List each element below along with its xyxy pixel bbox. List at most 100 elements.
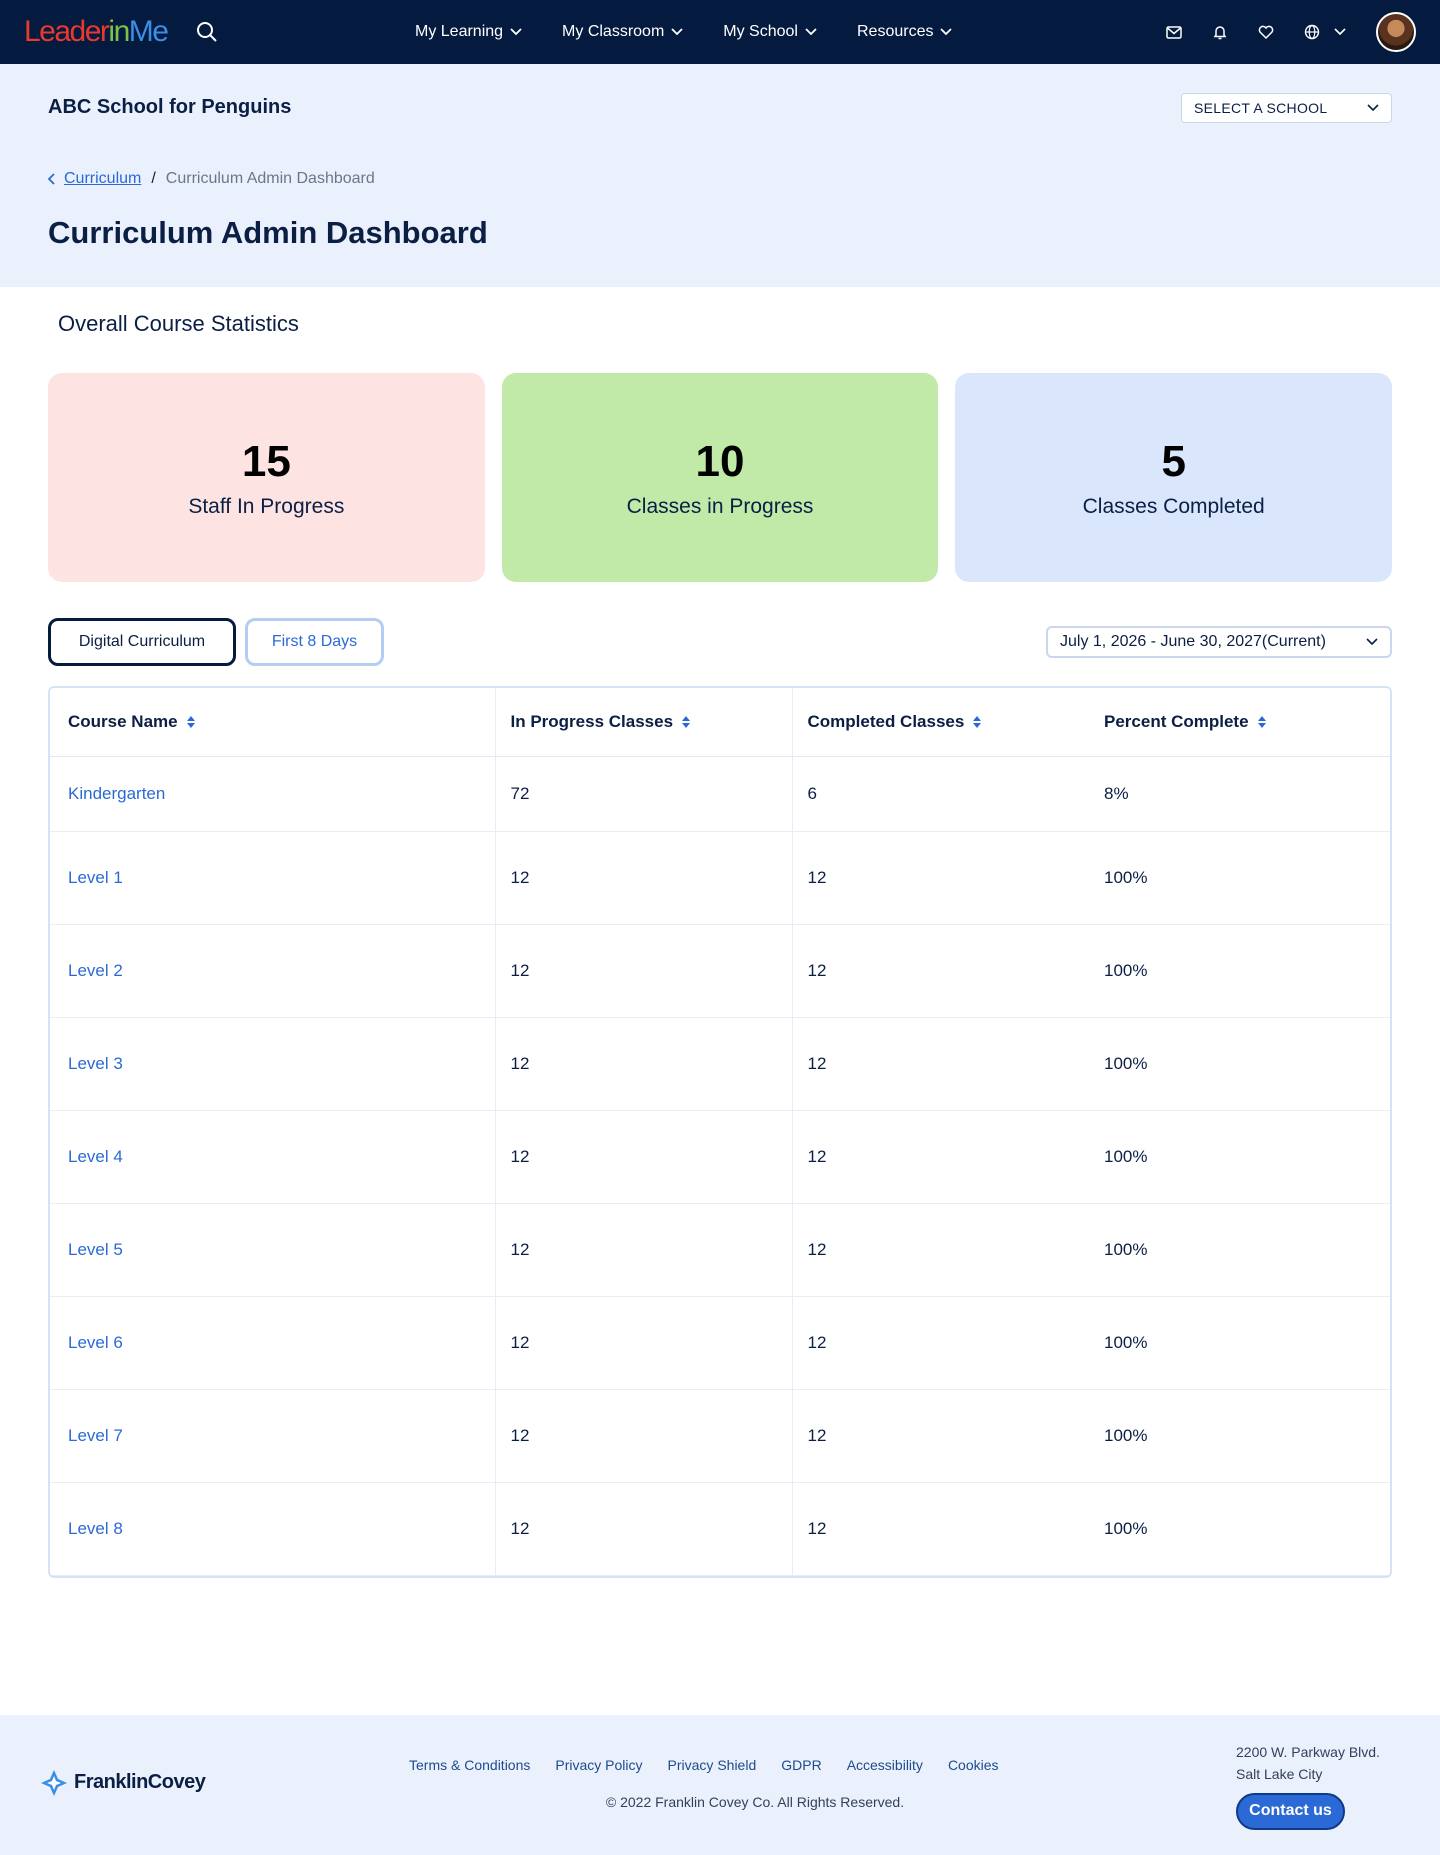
percent-value: 100% xyxy=(1089,924,1390,1018)
table-row: Level 7 12 12 100% xyxy=(50,1389,1390,1483)
column-header-completed[interactable]: Completed Classes xyxy=(791,688,1089,757)
stat-value: 5 xyxy=(1161,436,1186,486)
globe-icon[interactable] xyxy=(1300,20,1324,44)
stat-card-staff-in-progress: 15 Staff In Progress xyxy=(48,373,485,582)
bell-icon[interactable] xyxy=(1208,20,1232,44)
logo-part-in: in xyxy=(108,15,130,48)
nav-my-learning[interactable]: My Learning xyxy=(415,23,522,41)
footer: FranklinCovey Terms & Conditions Privacy… xyxy=(0,1714,1440,1855)
chevron-left-icon[interactable] xyxy=(48,173,56,185)
course-name-link[interactable]: Level 4 xyxy=(50,1110,495,1204)
footer-links: Terms & Conditions Privacy Policy Privac… xyxy=(409,1757,1024,1773)
course-name-link[interactable]: Level 6 xyxy=(50,1296,495,1390)
stat-label: Classes Completed xyxy=(1082,494,1265,518)
chevron-down-icon xyxy=(1366,638,1378,646)
stat-label: Classes in Progress xyxy=(626,494,814,518)
completed-value: 12 xyxy=(791,1296,1089,1390)
in-progress-value: 12 xyxy=(494,1017,792,1111)
nav-my-classroom[interactable]: My Classroom xyxy=(562,23,683,41)
sort-icon[interactable] xyxy=(972,715,982,729)
in-progress-value: 12 xyxy=(494,1296,792,1390)
in-progress-value: 12 xyxy=(494,1203,792,1297)
course-table: Course Name In Progress Classes Complete… xyxy=(48,686,1392,1578)
completed-value: 12 xyxy=(791,924,1089,1018)
nav-utilities xyxy=(1140,12,1416,52)
completed-value: 12 xyxy=(791,1110,1089,1204)
course-name-link[interactable]: Kindergarten xyxy=(50,756,495,832)
footer-link-cookies[interactable]: Cookies xyxy=(948,1757,999,1773)
column-header-label: Percent Complete xyxy=(1104,711,1249,731)
franklincovey-logo[interactable]: FranklinCovey xyxy=(40,1769,206,1797)
chevron-down-icon xyxy=(510,28,522,36)
stat-card-classes-in-progress: 10 Classes in Progress xyxy=(501,373,939,582)
in-progress-value: 12 xyxy=(494,924,792,1018)
language-chevron-down-icon[interactable] xyxy=(1328,20,1352,44)
percent-value: 100% xyxy=(1089,1110,1390,1204)
sort-icon[interactable] xyxy=(1257,715,1267,729)
address-line-2: Salt Lake City xyxy=(1236,1765,1323,1782)
breadcrumb-current: Curriculum Admin Dashboard xyxy=(165,170,375,187)
school-year-select[interactable]: July 1, 2026 - June 30, 2027(Current) xyxy=(1046,626,1392,658)
stat-value: 10 xyxy=(695,436,745,486)
franklincovey-logo-text: FranklinCovey xyxy=(74,1771,206,1793)
leader-in-me-logo[interactable]: Leader in Me xyxy=(24,15,169,49)
table-row: Level 1 12 12 100% xyxy=(50,831,1390,925)
completed-value: 12 xyxy=(791,1482,1089,1576)
course-name-link[interactable]: Level 7 xyxy=(50,1389,495,1483)
footer-link-privacy-policy[interactable]: Privacy Policy xyxy=(555,1757,642,1773)
stat-label: Staff In Progress xyxy=(188,494,345,518)
search-icon[interactable] xyxy=(193,18,221,46)
contact-us-button[interactable]: Contact us xyxy=(1236,1792,1345,1830)
table-row: Level 5 12 12 100% xyxy=(50,1203,1390,1297)
in-progress-value: 12 xyxy=(494,1482,792,1576)
column-header-course-name[interactable]: Course Name xyxy=(50,688,495,757)
table-row: Level 8 12 12 100% xyxy=(50,1482,1390,1576)
tab-first-8-days[interactable]: First 8 Days xyxy=(245,618,384,666)
nav-label: Resources xyxy=(856,23,934,40)
column-header-in-progress[interactable]: In Progress Classes xyxy=(494,688,792,757)
nav-label: My School xyxy=(723,23,798,40)
percent-value: 100% xyxy=(1089,1017,1390,1111)
completed-value: 12 xyxy=(791,1389,1089,1483)
copyright: © 2022 Franklin Covey Co. All Rights Res… xyxy=(605,1793,905,1810)
tab-digital-curriculum[interactable]: Digital Curriculum xyxy=(48,618,236,666)
completed-value: 6 xyxy=(791,756,1089,832)
percent-value: 100% xyxy=(1089,1389,1390,1483)
school-select[interactable]: SELECT A SCHOOL xyxy=(1181,93,1392,123)
breadcrumb-curriculum-link[interactable]: Curriculum xyxy=(64,170,141,188)
footer-link-terms[interactable]: Terms & Conditions xyxy=(409,1757,530,1773)
footer-link-privacy-shield[interactable]: Privacy Shield xyxy=(668,1757,757,1773)
address-line-1: 2200 W. Parkway Blvd. xyxy=(1236,1743,1380,1760)
sort-icon[interactable] xyxy=(681,715,691,729)
logo-part-leader: Leader xyxy=(24,15,110,48)
franklincovey-star-icon xyxy=(41,1769,67,1796)
table-row: Level 4 12 12 100% xyxy=(50,1110,1390,1204)
avatar[interactable] xyxy=(1376,12,1416,52)
course-name-link[interactable]: Level 5 xyxy=(50,1203,495,1297)
course-name-link[interactable]: Level 2 xyxy=(50,924,495,1018)
mail-icon[interactable] xyxy=(1162,20,1186,44)
nav-my-school[interactable]: My School xyxy=(723,23,817,41)
sort-icon[interactable] xyxy=(186,715,196,729)
address: 2200 W. Parkway Blvd. Salt Lake City xyxy=(1236,1741,1380,1785)
stats-cards: 15 Staff In Progress 10 Classes in Progr… xyxy=(0,373,1440,582)
heart-icon[interactable] xyxy=(1254,20,1278,44)
footer-link-gdpr[interactable]: GDPR xyxy=(781,1757,821,1773)
course-name-link[interactable]: Level 3 xyxy=(50,1017,495,1111)
filter-bar: Digital Curriculum First 8 Days July 1, … xyxy=(0,618,1440,666)
main-menu: My Learning My Classroom My School Resou… xyxy=(415,0,992,64)
logo-part-me: Me xyxy=(128,15,169,48)
percent-value: 100% xyxy=(1089,831,1390,925)
column-header-label: Course Name xyxy=(68,711,178,731)
chevron-down-icon xyxy=(1367,104,1379,112)
footer-link-accessibility[interactable]: Accessibility xyxy=(847,1757,923,1773)
in-progress-value: 12 xyxy=(494,1110,792,1204)
page-header: ABC School for Penguins SELECT A SCHOOL … xyxy=(0,64,1440,287)
course-name-link[interactable]: Level 1 xyxy=(50,831,495,925)
table-row: Level 3 12 12 100% xyxy=(50,1017,1390,1111)
column-header-percent-complete[interactable]: Percent Complete xyxy=(1089,688,1390,757)
nav-resources[interactable]: Resources xyxy=(856,23,953,41)
percent-value: 100% xyxy=(1089,1482,1390,1576)
in-progress-value: 72 xyxy=(494,756,792,832)
course-name-link[interactable]: Level 8 xyxy=(50,1482,495,1576)
